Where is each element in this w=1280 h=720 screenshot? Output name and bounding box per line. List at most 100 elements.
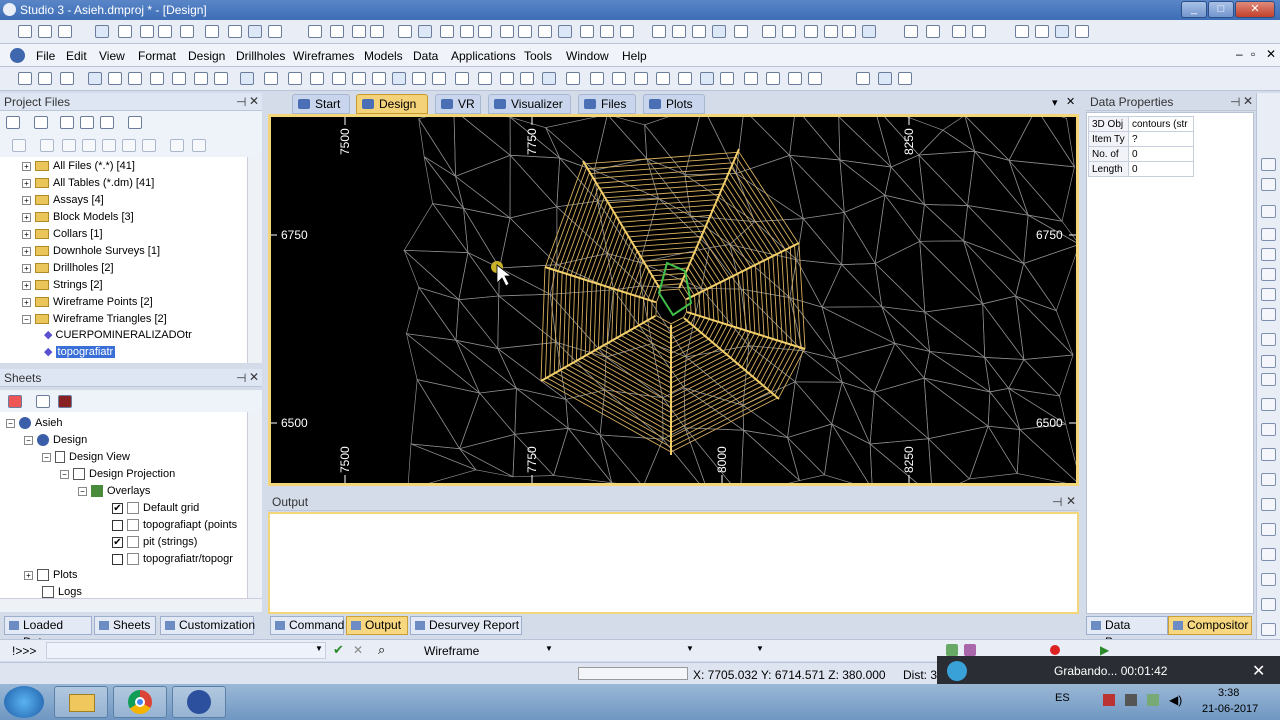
toolbar-tool-icon[interactable] [720,72,734,85]
bottom-tab-output[interactable]: Output [346,616,408,635]
pin-icon[interactable]: ⊣ [1052,495,1062,509]
file-tool-icon[interactable] [80,116,94,129]
toolbar-tool-icon[interactable] [180,25,194,38]
toolbar-tool-icon[interactable] [58,25,72,38]
side-tool-icon[interactable] [1261,268,1276,281]
cancel-icon[interactable]: ✕ [353,643,363,657]
grid-icon[interactable] [964,644,976,656]
toolbar-tool-icon[interactable] [566,72,580,85]
toolbar-tool-icon[interactable] [352,25,366,38]
file-tool-icon[interactable] [40,139,54,152]
menu-edit[interactable]: Edit [66,49,87,63]
toolbar-tool-icon[interactable] [38,25,52,38]
side-tool-icon[interactable] [1261,523,1276,536]
explorer-taskbar-icon[interactable] [54,686,108,718]
toolbar-tool-icon[interactable] [744,72,758,85]
side-tool-icon[interactable] [1261,498,1276,511]
side-tool-icon[interactable] [1261,473,1276,486]
toolbar-tool-icon[interactable] [392,72,406,85]
tree-folder-item[interactable]: + Drillholes [2] [22,260,114,276]
bottom-tab-loaded-data[interactable]: Loaded Data [4,616,92,649]
toolbar-tool-icon[interactable] [656,72,670,85]
mdi-min-button[interactable]: – [1236,47,1243,61]
toolbar-tool-icon[interactable] [600,25,614,38]
side-tool-icon[interactable] [1261,308,1276,321]
bottom-tab-desurvey-report[interactable]: Desurvey Report [410,616,522,635]
menu-help[interactable]: Help [622,49,647,63]
close-icon[interactable]: ✕ [1243,94,1253,108]
tab-visualizer[interactable]: Visualizer [488,94,571,114]
file-tool-icon[interactable] [12,139,26,152]
maximize-button[interactable]: □ [1208,1,1234,18]
toolbar-tool-icon[interactable] [788,72,802,85]
side-tool-icon[interactable] [1261,158,1276,171]
toolbar-tool-icon[interactable] [612,72,626,85]
toolbar-tool-icon[interactable] [898,72,912,85]
tree-folder-item[interactable]: + Downhole Surveys [1] [22,243,160,259]
toolbar-tool-icon[interactable] [455,72,469,85]
dropdown-icon[interactable]: ▾ [1052,96,1058,109]
close-icon[interactable]: ✕ [249,94,259,108]
toolbar-tool-icon[interactable] [878,72,892,85]
tree-folder-item[interactable]: − Wireframe Triangles [2] [22,311,167,327]
scrollbar[interactable] [247,157,262,363]
toolbar-tool-icon[interactable] [88,72,102,85]
toolbar-tool-icon[interactable] [118,25,132,38]
command-input[interactable] [46,642,326,659]
property-value[interactable]: contours (str [1128,116,1194,132]
toolbar-tool-icon[interactable] [158,25,172,38]
app-menu-icon[interactable] [10,48,25,63]
side-tool-icon[interactable] [1261,548,1276,561]
output-area[interactable] [268,512,1079,614]
toolbar-tool-icon[interactable] [1055,25,1069,38]
menu-data[interactable]: Data [413,49,438,63]
toolbar-tool-icon[interactable] [418,25,432,38]
select-3[interactable]: ▼ [700,642,768,659]
toolbar-tool-icon[interactable] [678,72,692,85]
file-tool-icon[interactable] [142,139,156,152]
volume-icon[interactable]: ◀) [1169,693,1182,707]
menu-drillholes[interactable]: Drillholes [236,49,285,63]
bottom-tab-data-prop-[interactable]: Data Prop... [1086,616,1168,649]
toolbar-tool-icon[interactable] [590,72,604,85]
toolbar-tool-icon[interactable] [972,25,986,38]
toolbar-tool-icon[interactable] [140,25,154,38]
toolbar-tool-icon[interactable] [1075,25,1089,38]
toolbar-tool-icon[interactable] [500,72,514,85]
menu-tools[interactable]: Tools [524,49,552,63]
side-tool-icon[interactable] [1261,573,1276,586]
tab-start[interactable]: Start [292,94,350,114]
file-tool-icon[interactable] [82,139,96,152]
tree-design[interactable]: − Design [24,432,87,448]
load-icon[interactable] [58,395,72,408]
toolbar-tool-icon[interactable] [228,25,242,38]
overlay-item[interactable]: topografiapt (points [112,517,237,533]
property-value[interactable]: 0 [1128,161,1194,177]
toolbar-tool-icon[interactable] [762,25,776,38]
bottom-tab-customization[interactable]: Customization [160,616,255,635]
expand-icon[interactable]: + [22,229,31,239]
tree-folder-item[interactable]: + Strings [2] [22,277,103,293]
tree-asieh[interactable]: − Asieh [6,415,63,431]
toolbar-tool-icon[interactable] [38,72,52,85]
toolbar-tool-icon[interactable] [308,25,322,38]
property-value[interactable]: 0 [1128,146,1194,162]
toolbar-tool-icon[interactable] [804,25,818,38]
search-icon[interactable]: ⌕ [378,642,385,658]
toolbar-tool-icon[interactable] [558,25,572,38]
toolbar-tool-icon[interactable] [824,25,838,38]
expand-icon[interactable]: + [22,161,31,171]
side-tool-icon[interactable] [1261,398,1276,411]
expand-icon[interactable]: + [22,297,31,307]
mdi-close-button[interactable]: ✕ [1266,47,1276,61]
mdi-restore-button[interactable]: ▫ [1251,47,1255,61]
expand-icon[interactable]: + [22,280,31,290]
toolbar-tool-icon[interactable] [808,72,822,85]
toolbar-tool-icon[interactable] [460,25,474,38]
side-tool-icon[interactable] [1261,248,1276,261]
tree-plots[interactable]: + Plots [24,567,77,583]
close-icon[interactable]: ✕ [1066,494,1076,508]
toolbar-tool-icon[interactable] [440,25,454,38]
studio3-taskbar-icon[interactable] [172,686,226,718]
recording-close-button[interactable]: ✕ [1252,661,1265,681]
